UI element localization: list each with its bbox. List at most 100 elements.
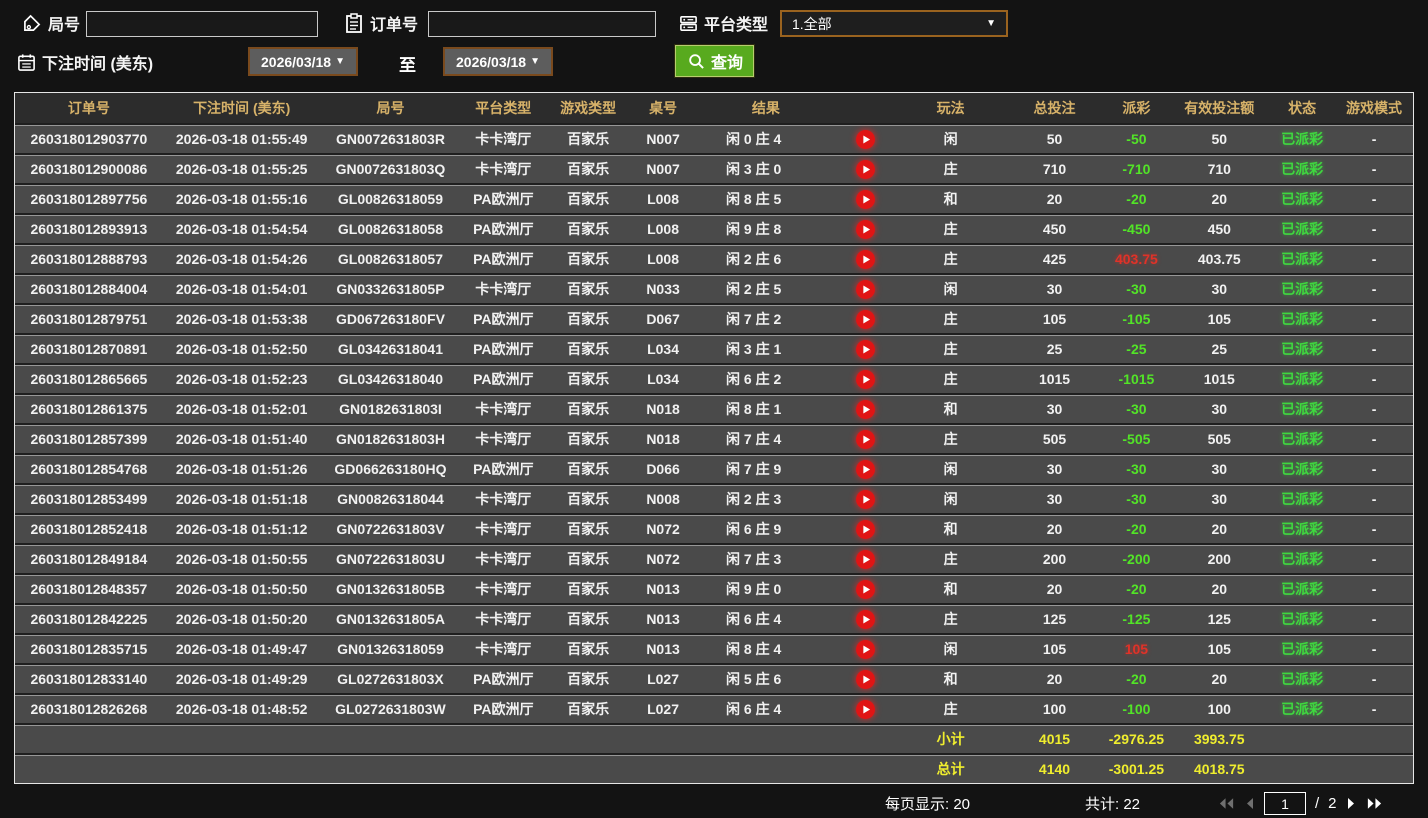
header-cell-platform: 平台类型 (475, 100, 532, 116)
play-icon[interactable] (856, 549, 876, 569)
date-from-value: 2026/03/18 (261, 53, 332, 70)
cell-empty (546, 755, 630, 783)
cell-result: 闲 7 庄 9 (726, 461, 782, 477)
cell-round-id: GL00826318058 (337, 221, 443, 237)
cell-table-no: N013 (646, 611, 680, 627)
round-number-input[interactable] (86, 11, 318, 37)
cell-table-no: N007 (646, 131, 680, 147)
cell-valid-bet: 20 (1211, 191, 1228, 207)
play-icon[interactable] (856, 489, 876, 509)
cell-play-type: 闲 (943, 131, 958, 147)
bet-time-label: 下注时间 (美东) (42, 56, 154, 73)
cell-table-no: N072 (646, 521, 680, 537)
cell-video (836, 215, 896, 243)
cell-empty (836, 755, 896, 783)
cell-order-id: 260318012849184 (30, 551, 148, 567)
cell-play-type: 和 (943, 191, 958, 207)
cell-valid-bet: 505 (1207, 431, 1231, 447)
play-icon[interactable] (856, 279, 876, 299)
play-icon[interactable] (856, 159, 876, 179)
play-icon[interactable] (856, 459, 876, 479)
chevron-down-icon: ▼ (530, 56, 540, 67)
cell-result: 闲 8 庄 4 (726, 641, 782, 657)
play-icon[interactable] (856, 429, 876, 449)
cell-round-id: GN0182631803I (339, 401, 442, 417)
cell-video (836, 515, 896, 543)
cell-payout: -30 (1126, 491, 1147, 507)
header-cell-video (836, 93, 896, 123)
cell-valid-bet: 30 (1211, 461, 1228, 477)
cell-result: 闲 0 庄 4 (726, 131, 782, 147)
cell-empty (1335, 725, 1413, 753)
cell-valid-bet: 100 (1207, 701, 1231, 717)
cell-platform: PA欧洲厅 (473, 701, 534, 717)
table-row: 260318012849184 2026-03-18 01:50:55 GN0722… (15, 543, 1413, 573)
prev-page-button[interactable] (1244, 797, 1255, 810)
cell-round-id: GD066263180HQ (334, 461, 447, 477)
round-number-label: 局号 (48, 17, 81, 34)
date-from-picker[interactable]: 2026/03/18 ▼ (248, 47, 358, 76)
play-icon[interactable] (856, 519, 876, 539)
cell-payout: -20 (1126, 581, 1147, 597)
play-icon[interactable] (856, 639, 876, 659)
status-badge: 已派彩 (1281, 311, 1324, 327)
cell-platform: PA欧洲厅 (473, 191, 534, 207)
cell-game-mode: - (1371, 251, 1377, 267)
play-icon[interactable] (856, 219, 876, 239)
date-to-picker[interactable]: 2026/03/18 ▼ (443, 47, 553, 76)
play-icon[interactable] (856, 699, 876, 719)
status-badge: 已派彩 (1281, 191, 1324, 207)
cell-table-no: L034 (647, 371, 679, 387)
next-page-button[interactable] (1346, 797, 1357, 810)
play-icon[interactable] (856, 579, 876, 599)
grand-total-row: 总计 4140 -3001.25 4018.75 (15, 753, 1413, 783)
cell-bet-time: 2026-03-18 01:52:23 (175, 371, 308, 387)
page-number-input[interactable] (1264, 792, 1306, 815)
platform-type-select[interactable]: 1.全部 ▼ (780, 10, 1008, 37)
bet-time-filter: 下注时间 (美东) (16, 50, 153, 74)
header-cell-game-mode: 游戏模式 (1346, 100, 1403, 116)
cell-result: 闲 9 庄 8 (726, 221, 782, 237)
cell-order-id: 260318012865665 (30, 371, 148, 387)
play-icon[interactable] (856, 309, 876, 329)
cell-video (836, 125, 896, 153)
cell-empty (460, 725, 546, 753)
play-icon[interactable] (856, 129, 876, 149)
search-button[interactable]: 查询 (675, 45, 755, 77)
header-cell-table-no: 桌号 (649, 100, 678, 116)
cell-valid-bet: 450 (1207, 221, 1231, 237)
status-badge: 已派彩 (1281, 371, 1324, 387)
cell-play-type: 庄 (943, 161, 958, 177)
cell-play-type: 闲 (943, 641, 958, 657)
cell-total-bet: 30 (1046, 401, 1063, 417)
play-icon[interactable] (856, 399, 876, 419)
cell-bet-time: 2026-03-18 01:51:18 (175, 491, 308, 507)
status-badge: 已派彩 (1281, 461, 1324, 477)
play-icon[interactable] (856, 669, 876, 689)
play-icon[interactable] (856, 249, 876, 269)
cell-result: 闲 9 庄 0 (726, 581, 782, 597)
play-icon[interactable] (856, 339, 876, 359)
cell-round-id: GN00826318044 (337, 491, 444, 507)
cell-platform: 卡卡湾厅 (475, 131, 532, 147)
first-page-button[interactable] (1218, 797, 1235, 810)
play-icon[interactable] (856, 609, 876, 629)
cell-game-type: 百家乐 (567, 461, 610, 477)
subtotal-row-payout: -2976.25 (1108, 731, 1165, 747)
last-page-button[interactable] (1366, 797, 1383, 810)
cell-game-type: 百家乐 (567, 701, 610, 717)
cell-empty (1269, 755, 1335, 783)
cell-total-bet: 20 (1046, 671, 1063, 687)
cell-empty (163, 725, 321, 753)
cell-game-mode: - (1371, 281, 1377, 297)
cell-payout: -100 (1122, 701, 1151, 717)
status-badge: 已派彩 (1281, 701, 1324, 717)
play-icon[interactable] (856, 189, 876, 209)
cell-order-id: 260318012900086 (30, 161, 148, 177)
clipboard-icon (344, 13, 364, 33)
cell-play-type: 庄 (943, 221, 958, 237)
play-icon[interactable] (856, 369, 876, 389)
order-number-input[interactable] (428, 11, 656, 37)
cell-game-type: 百家乐 (567, 431, 610, 447)
cell-empty (321, 725, 461, 753)
